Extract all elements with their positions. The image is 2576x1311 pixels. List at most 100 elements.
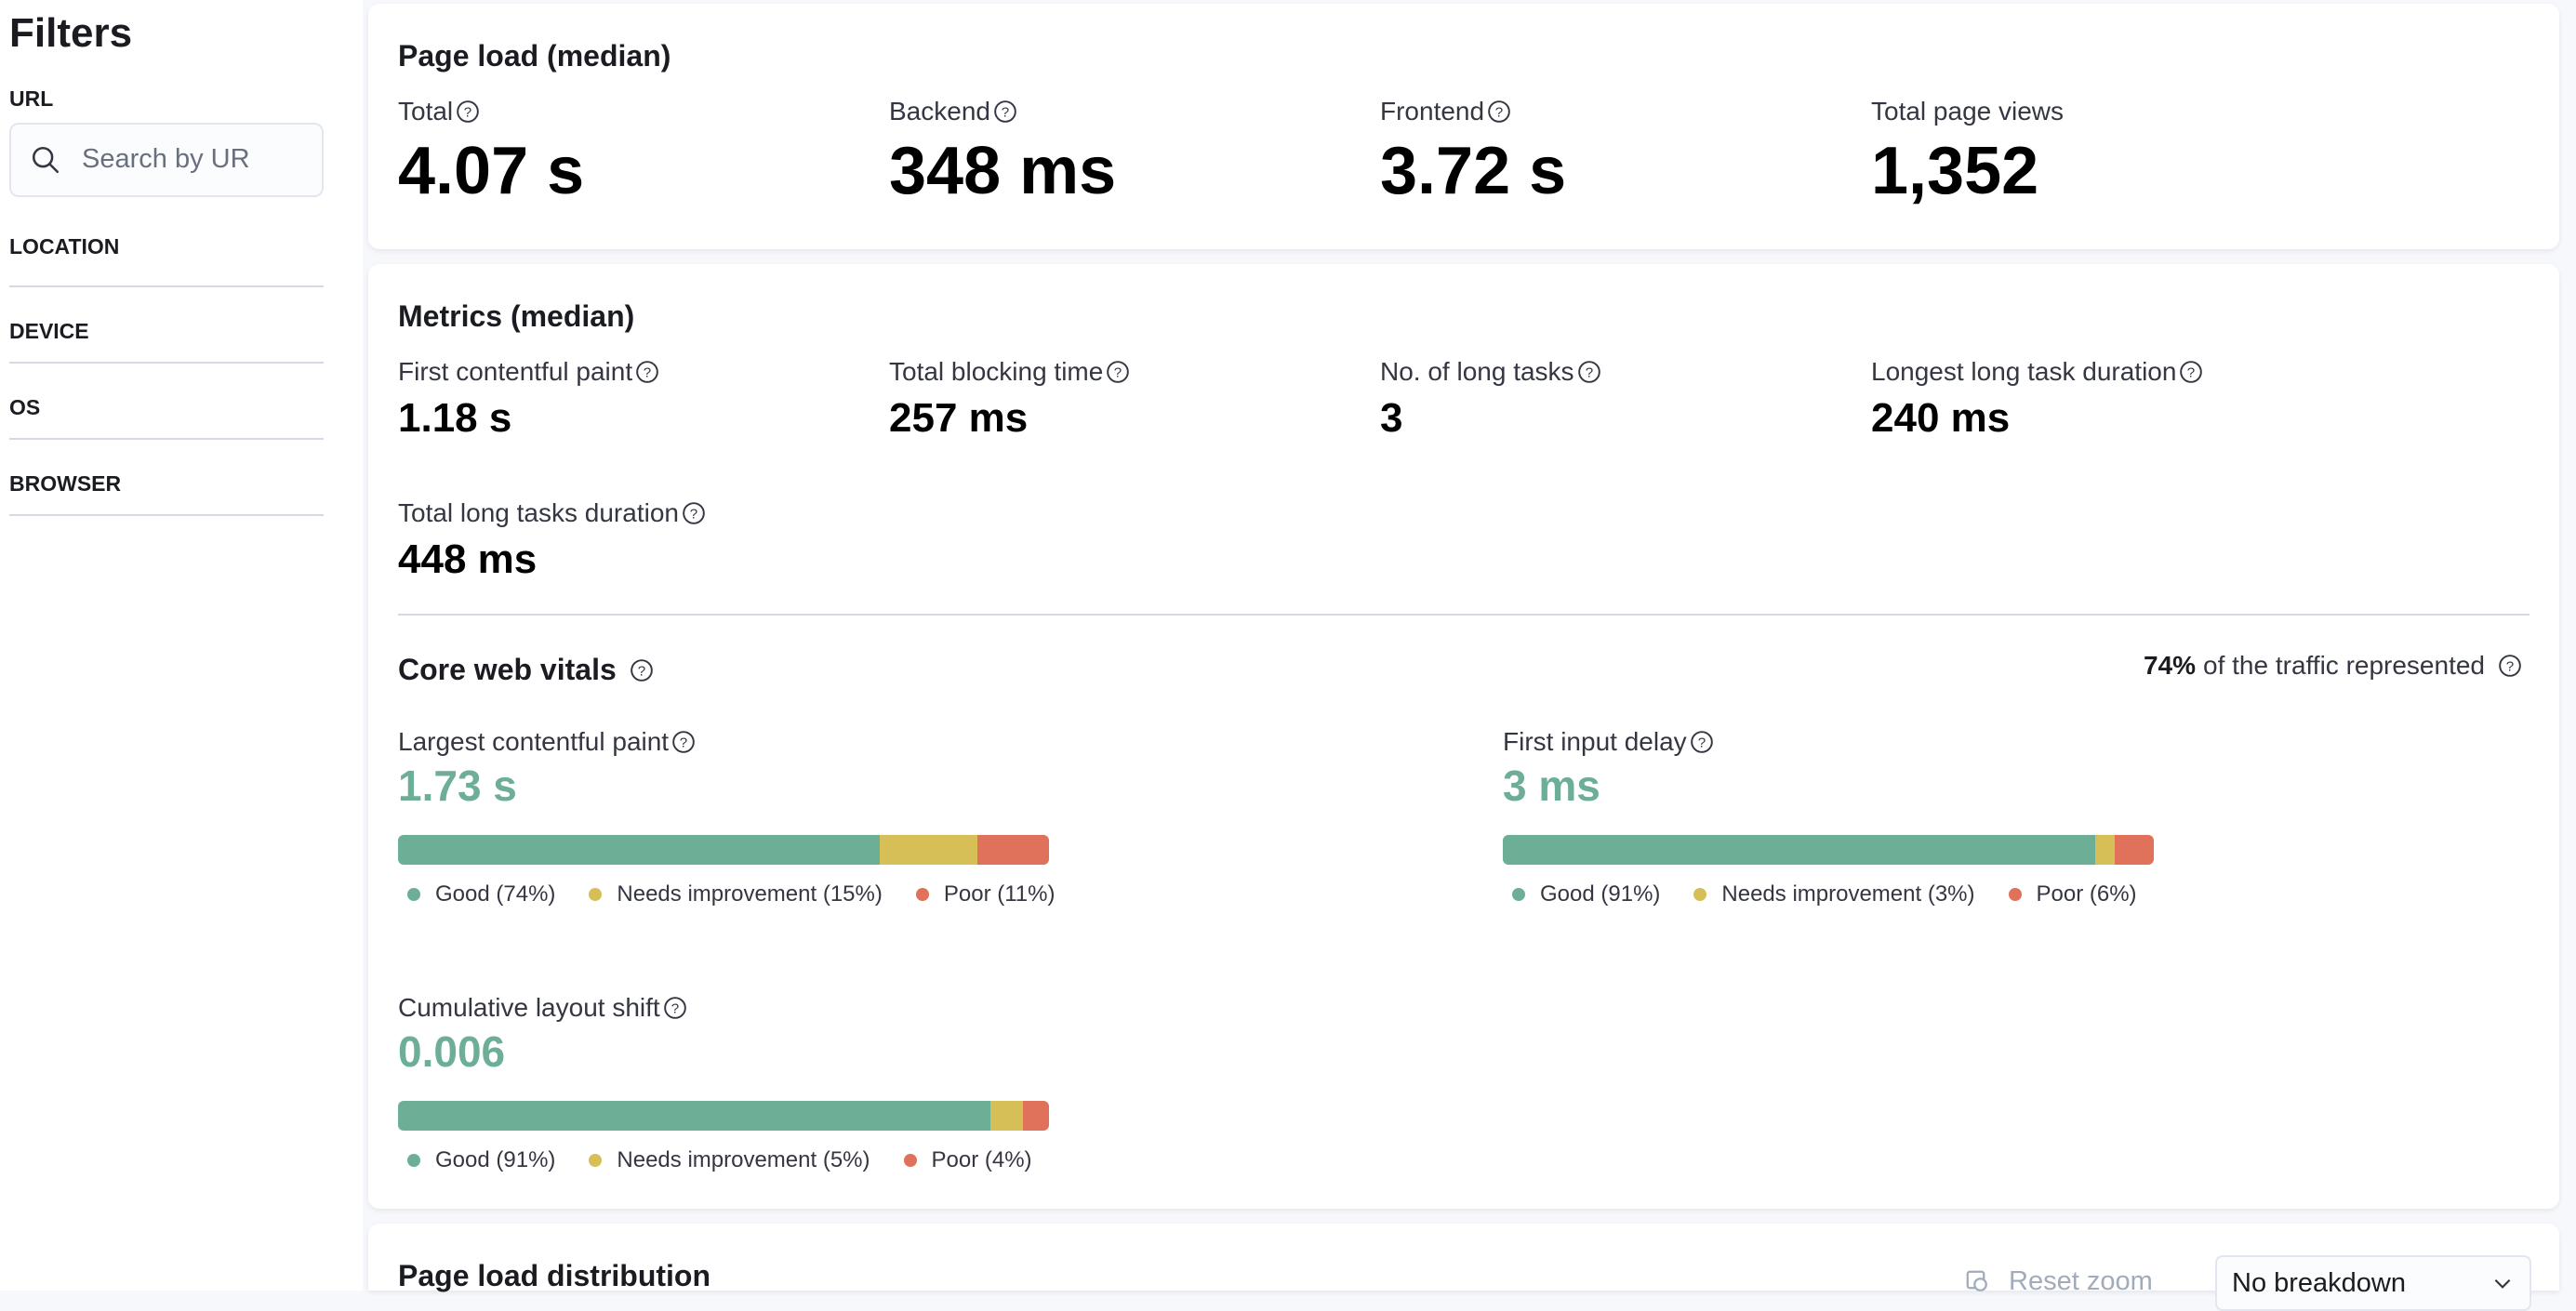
filter-group-os[interactable]: OS [9,364,324,440]
vital-value: 0.006 [398,1027,506,1076]
stat-label: Total blocking time [889,357,1104,386]
help-icon[interactable]: ? [2498,654,2522,678]
filter-group-device[interactable]: DEVICE [9,287,324,364]
lcp-distribution-bar [398,835,1049,865]
vital-fid: First input delay? 3 ms [1503,727,1714,807]
stat-value: 3 [1380,395,1403,441]
good-dot-icon [1512,888,1525,901]
svg-text:?: ? [2187,364,2195,380]
help-icon[interactable]: ? [630,658,654,682]
metrics-panel: Metrics (median) First contentful paint?… [368,264,2559,1209]
poor-dot-icon [2008,888,2022,901]
bar-segment-poor [977,835,1049,865]
legend-needs-improvement: Needs improvement (3%) [1684,881,1975,907]
stat-total: Total? 4.07 s [398,97,584,205]
lcp-legend: Good (74%) Needs improvement (15%) Poor … [398,881,1079,907]
stat-label: Total [398,97,454,126]
legend-poor-label: Poor (4%) [931,1147,1032,1172]
filters-title: Filters [9,10,133,56]
stat-total-long-tasks: Total long tasks duration? 448 ms [398,498,706,580]
url-search-box[interactable] [9,122,324,197]
traffic-text: of the traffic represented [2203,651,2485,680]
help-icon[interactable]: ? [635,360,659,384]
stat-value: 1.18 s [398,395,512,441]
stat-value: 240 ms [1871,395,2011,441]
svg-text:?: ? [638,663,645,679]
traffic-pct: 74% [2143,651,2196,680]
stat-value: 3.72 s [1380,134,1567,208]
vital-label: Cumulative layout shift [398,993,660,1022]
help-icon[interactable]: ? [1577,360,1601,384]
fid-distribution-bar [1503,835,2154,865]
legend-ni-label: Needs improvement (5%) [617,1147,870,1172]
help-icon[interactable]: ? [1106,360,1130,384]
stat-value: 1,352 [1871,134,2039,208]
breakdown-select-value: No breakdown [2232,1267,2406,1298]
needs-improvement-dot-icon [589,1154,603,1167]
cls-legend: Good (91%) Needs improvement (5%) Poor (… [398,1147,1056,1173]
good-dot-icon [407,888,420,901]
filter-group-browser[interactable]: BROWSER [9,440,324,516]
reset-zoom-label: Reset zoom [2009,1266,2153,1296]
stat-label: Longest long task duration [1871,357,2177,386]
legend-poor: Poor (11%) [907,881,1056,907]
poor-dot-icon [915,888,929,901]
bar-segment-good [398,835,880,865]
breakdown-select[interactable]: No breakdown [2215,1255,2531,1311]
svg-text:?: ? [1585,364,1592,380]
svg-text:?: ? [2506,658,2514,674]
reset-zoom-button[interactable]: Reset zoom [1964,1266,2153,1297]
svg-text:?: ? [644,364,651,380]
url-search-input[interactable] [82,144,249,176]
bar-segment-needs-improvement [2095,835,2115,865]
filters-sidebar: Filters URL LOCATION DEVICE OS BROWSER [0,0,363,1291]
stat-long-tasks: No. of long tasks? 3 [1380,357,1601,439]
stat-value: 4.07 s [398,134,585,208]
svg-text:?: ? [1495,104,1503,120]
vital-lcp: Largest contentful paint? 1.73 s [398,727,696,807]
legend-poor-label: Poor (11%) [943,881,1056,907]
page-load-title: Page load (median) [398,39,671,73]
distribution-title: Page load distribution [398,1259,711,1292]
metrics-title: Metrics (median) [398,299,635,333]
svg-text:?: ? [1697,735,1705,750]
fid-legend: Good (91%) Needs improvement (3%) Poor (… [1503,881,2161,907]
stat-label: Frontend [1380,97,1485,126]
legend-good: Good (74%) [398,881,555,907]
stat-label: Backend [889,97,990,126]
section-divider [398,614,2530,616]
legend-good: Good (91%) [1503,881,1660,907]
svg-text:?: ? [671,1000,678,1016]
bar-segment-good [398,1101,990,1131]
stat-fcp: First contentful paint? 1.18 s [398,357,659,439]
stat-backend: Backend? 348 ms [889,97,1116,205]
stat-value: 257 ms [889,395,1029,441]
stat-value: 348 ms [889,134,1117,208]
page-load-panel: Page load (median) Total? 4.07 s Backend… [368,4,2559,249]
good-dot-icon [407,1154,420,1167]
core-web-vitals-title: Core web vitals ? [398,653,654,687]
vital-cls: Cumulative layout shift? 0.006 [398,993,687,1073]
legend-poor: Poor (4%) [895,1147,1032,1173]
help-icon[interactable]: ? [456,99,480,124]
stat-frontend: Frontend? 3.72 s [1380,97,1566,205]
legend-needs-improvement: Needs improvement (5%) [579,1147,870,1173]
help-icon[interactable]: ? [993,99,1017,124]
cls-distribution-bar [398,1101,1049,1131]
traffic-represented: 74% of the traffic represented ? [2144,651,2522,681]
legend-poor: Poor (6%) [1999,881,2137,907]
vital-label: First input delay [1503,727,1687,756]
cwv-title-text: Core web vitals [398,653,617,686]
filter-group-location[interactable]: LOCATION [9,197,324,287]
help-icon[interactable]: ? [1690,730,1714,754]
help-icon[interactable]: ? [663,996,687,1020]
help-icon[interactable]: ? [671,730,696,754]
help-icon[interactable]: ? [682,501,706,525]
help-icon[interactable]: ? [1487,99,1511,124]
svg-text:?: ? [1114,364,1122,380]
help-icon[interactable]: ? [2179,360,2203,384]
vital-label: Largest contentful paint [398,727,670,756]
legend-good-label: Good (91%) [435,1147,556,1172]
stat-label: Total page views [1871,97,2065,126]
bar-segment-poor [2115,835,2154,865]
